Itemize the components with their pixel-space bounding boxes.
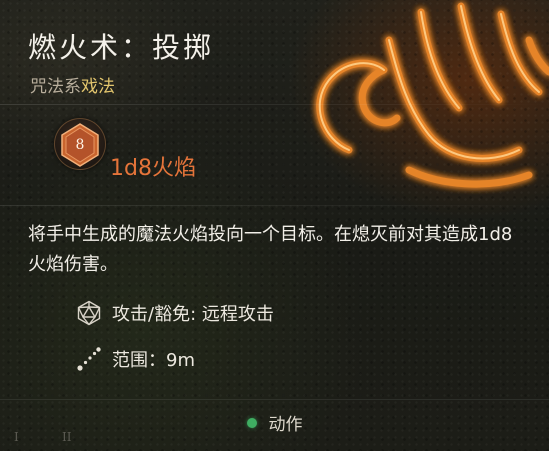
- die-face-number: 8: [76, 137, 85, 153]
- action-label: 动作: [268, 415, 303, 435]
- action-dot-icon: [246, 417, 257, 428]
- attack-save-row: 攻击/豁免: 远程攻击: [76, 300, 274, 326]
- divider: [0, 104, 549, 105]
- range-label: 范围：9m: [112, 350, 195, 371]
- d8-die-icon: 8: [61, 123, 99, 167]
- corner-numeral: I: [14, 430, 19, 444]
- range-row: 范围：9m: [76, 346, 195, 372]
- damage-roll: 1d8火焰: [110, 156, 196, 181]
- divider: [0, 399, 549, 400]
- spell-level: 戏法: [81, 77, 115, 97]
- spell-tooltip: 燃火术：投掷 咒法系戏法 8 1d8火焰 将手中生成的魔法火焰投向一个目标。在熄…: [0, 0, 549, 451]
- spell-school: 咒法系: [30, 77, 81, 97]
- attack-save-label: 攻击/豁免: 远程攻击: [112, 304, 274, 325]
- divider: [0, 205, 549, 206]
- damage-die-badge: 8: [54, 118, 106, 170]
- spell-title: 燃火术：投掷: [28, 31, 215, 64]
- range-line-icon: [76, 346, 102, 372]
- spell-description: 将手中生成的魔法火焰投向一个目标。在熄灭前对其造成1d8火焰伤害。: [28, 224, 513, 275]
- d20-icon: [76, 300, 102, 326]
- corner-numeral: II: [62, 430, 72, 444]
- flaming-hand-icon: [316, 2, 549, 188]
- action-cost: 动作: [0, 410, 549, 435]
- spell-subtitle: 咒法系戏法: [30, 72, 115, 97]
